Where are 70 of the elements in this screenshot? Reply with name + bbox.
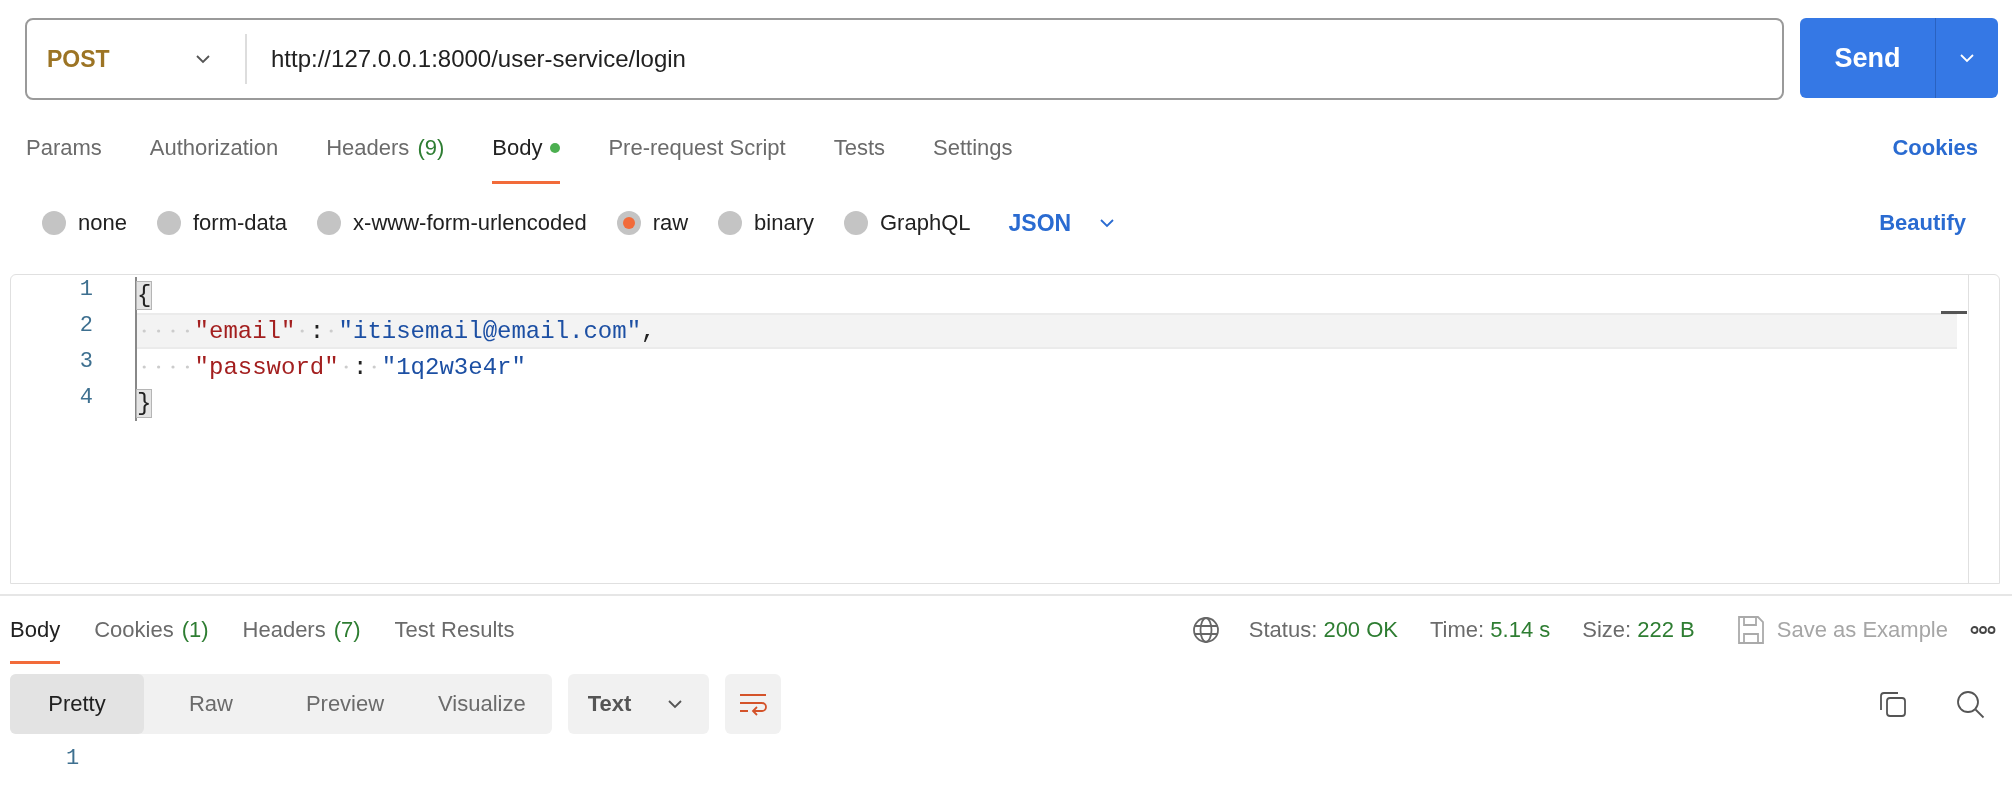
body-type-radio[interactable]: none xyxy=(42,210,127,236)
request-tab[interactable]: Settings xyxy=(933,112,1013,184)
tab-label: Pre-request Script xyxy=(608,135,786,161)
line-number: 3 xyxy=(78,349,94,376)
method-dropdown[interactable]: POST xyxy=(27,34,247,84)
ruler-mark xyxy=(1941,311,1967,314)
tab-count: (1) xyxy=(181,617,209,643)
tab-count: (9) xyxy=(417,135,445,161)
tab-label: Headers xyxy=(326,135,410,161)
radio-label: raw xyxy=(652,210,689,236)
tab-label: Headers xyxy=(242,617,326,643)
radio-label: none xyxy=(78,210,127,236)
cookies-link[interactable]: Cookies xyxy=(1892,135,1978,161)
tab-label: Settings xyxy=(933,135,1013,161)
response-tab[interactable]: Test Results xyxy=(394,596,515,664)
tab-count: (7) xyxy=(333,617,361,643)
bracket-match: } xyxy=(137,389,152,417)
response-tab[interactable]: Headers (7) xyxy=(242,596,361,664)
json-key: "email" xyxy=(194,317,296,345)
request-tab[interactable]: Headers (9) xyxy=(326,112,445,184)
response-stat: Size: 222 B xyxy=(1582,617,1695,643)
bracket-match: { xyxy=(137,281,152,309)
line-number: 1 xyxy=(66,746,80,771)
tab-label: Body xyxy=(10,617,61,643)
tab-label: Params xyxy=(26,135,102,161)
send-button[interactable]: Send xyxy=(1800,18,1936,98)
tab-label: Cookies xyxy=(94,617,174,643)
tab-label: Body xyxy=(492,135,543,161)
response-stat: Time: 5.14 s xyxy=(1430,617,1551,643)
json-punctuation: : xyxy=(353,353,368,381)
request-tab[interactable]: Tests xyxy=(833,112,886,184)
request-tab[interactable]: Body xyxy=(492,112,561,184)
request-tab[interactable]: Authorization xyxy=(149,112,279,184)
body-type-radio[interactable]: form-data xyxy=(156,210,288,236)
view-mode-option[interactable]: Preview xyxy=(278,674,412,734)
format-dropdown[interactable]: JSON xyxy=(1008,209,1118,237)
body-type-radio[interactable]: binary xyxy=(718,210,814,236)
json-key: "password" xyxy=(194,353,339,381)
line-number: 4 xyxy=(78,385,94,412)
json-string: "1q2w3e4r" xyxy=(381,353,526,381)
body-type-radio[interactable]: raw xyxy=(616,210,689,236)
body-type-radio[interactable]: GraphQL xyxy=(844,210,971,236)
response-stat: Status: 200 OK xyxy=(1248,617,1398,643)
request-tab[interactable]: Pre-request Script xyxy=(608,112,786,184)
tab-label: Test Results xyxy=(394,617,515,643)
wrap-icon xyxy=(738,691,769,717)
radio-label: form-data xyxy=(192,210,288,236)
response-tab[interactable]: Body xyxy=(10,596,61,664)
radio-label: binary xyxy=(754,210,814,236)
view-mode-option[interactable]: Raw xyxy=(144,674,278,734)
globe-icon xyxy=(1190,615,1221,645)
response-tab[interactable]: Cookies (1) xyxy=(94,596,209,664)
request-tab[interactable]: Params xyxy=(26,112,102,184)
wrap-lines-button[interactable] xyxy=(725,674,782,734)
url-field[interactable]: POST http://127.0.0.1:8000/user-service/login xyxy=(25,18,1784,100)
json-string: "itisemail@email.com" xyxy=(338,317,642,345)
view-mode-option[interactable]: Visualize xyxy=(412,674,552,734)
view-mode-option[interactable]: Pretty xyxy=(10,674,144,734)
tab-label: Authorization xyxy=(149,135,279,161)
beautify-link[interactable]: Beautify xyxy=(1879,210,1966,236)
tab-label: Tests xyxy=(833,135,886,161)
json-punctuation: , xyxy=(641,317,656,345)
json-punctuation: : xyxy=(309,317,325,345)
line-number: 1 xyxy=(78,277,94,304)
copy-icon[interactable] xyxy=(1878,689,1908,719)
line-number: 2 xyxy=(78,313,94,340)
save-icon xyxy=(1736,615,1765,645)
radio-label: GraphQL xyxy=(880,210,971,236)
format-dropdown[interactable]: Text xyxy=(567,674,710,734)
search-icon[interactable] xyxy=(1954,688,1986,720)
